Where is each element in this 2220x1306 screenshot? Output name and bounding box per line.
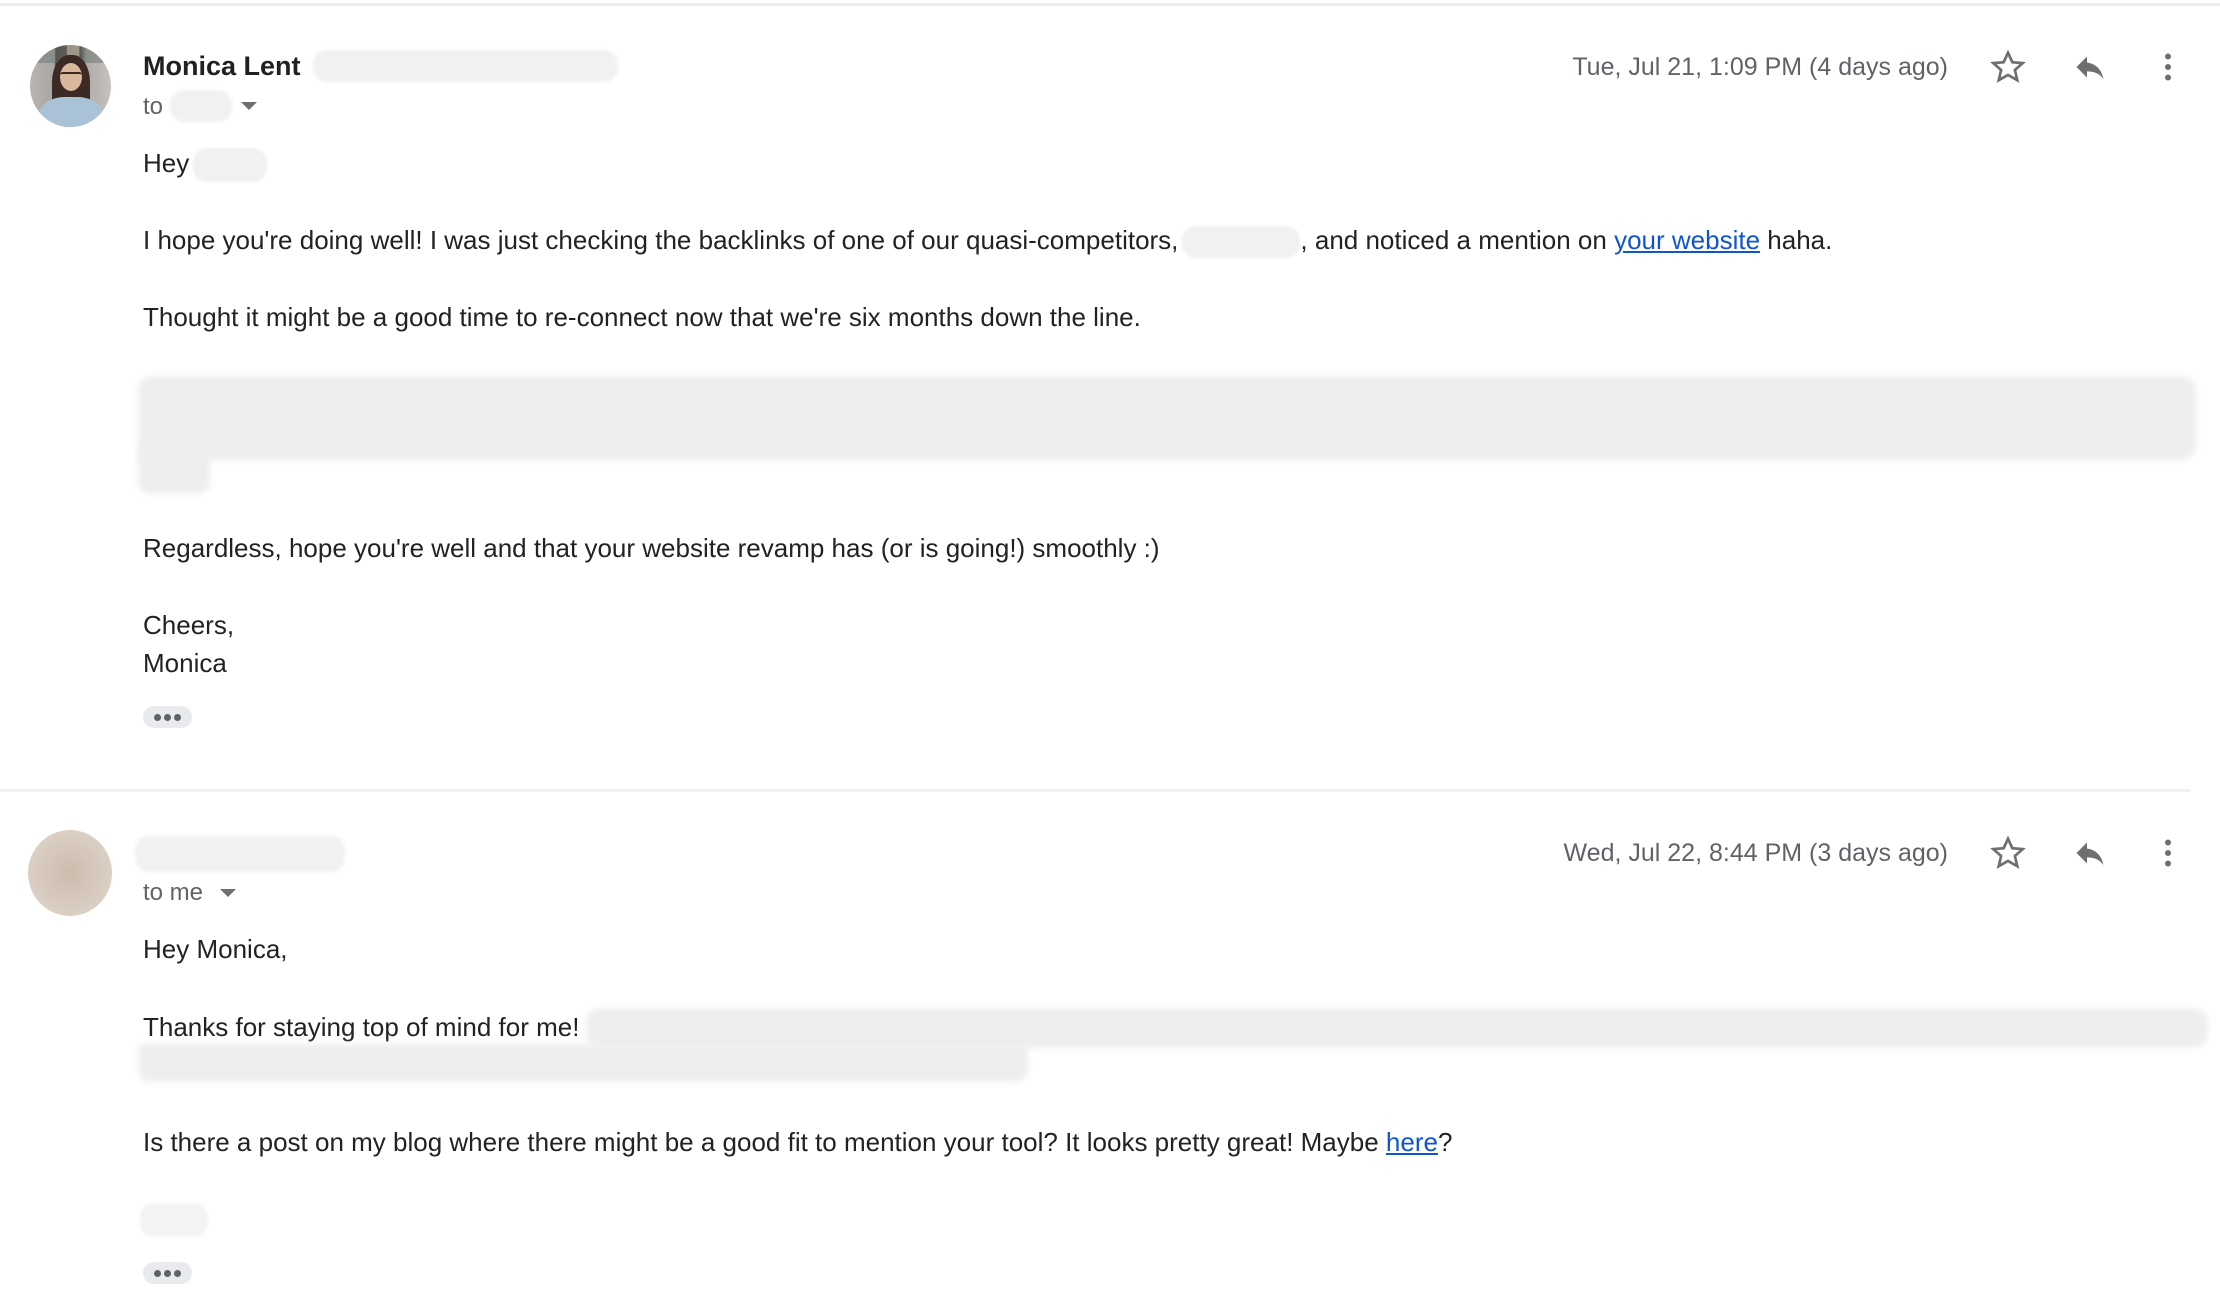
star-outline-icon [1990,49,2026,83]
competitor-name-redacted [1182,226,1301,259]
here-link[interactable]: here [1386,1127,1438,1157]
redacted-text [586,1008,2208,1048]
ellipsis-dot [174,1269,181,1277]
sender-avatar-redacted[interactable] [28,830,112,916]
your-website-link[interactable]: your website [1614,225,1760,255]
recipient-details-caret-icon[interactable] [241,102,257,110]
redacted-paragraph-tail [138,450,210,494]
star-button[interactable] [1986,831,2030,875]
ellipsis-dot [154,1269,161,1277]
message-paragraph: Regardless, hope you're well and that yo… [143,533,1160,563]
message-paragraph: I hope you're doing well! I was just che… [143,224,1832,259]
reply-button[interactable] [2068,45,2112,89]
show-trimmed-content-button[interactable] [143,706,192,728]
message-signoff: Cheers, [143,610,235,640]
sender-avatar[interactable] [30,45,111,127]
redacted-paragraph [138,376,2196,460]
message-paragraph: Is there a post on my blog where there m… [143,1127,1453,1157]
thread-top-border [0,3,2220,6]
more-vert-icon [2165,839,2171,867]
recipient-name-redacted [193,148,268,183]
ellipsis-dot [164,713,171,721]
message-signature: Monica [143,648,227,678]
recipient-redacted [170,90,232,122]
message-greeting: Hey [143,147,268,183]
sender-email-redacted [313,50,618,82]
show-trimmed-content-button[interactable] [143,1262,192,1284]
message-paragraph: Thought it might be a good time to re-co… [143,302,1141,332]
message-timestamp: Wed, Jul 22, 8:44 PM (3 days ago) [1563,839,1948,867]
star-outline-icon [1990,835,2026,869]
message-greeting: Hey Monica, [143,934,288,964]
star-button[interactable] [1986,45,2030,89]
ellipsis-dot [164,1269,171,1277]
recipient-label: to [143,93,164,120]
recipient-details-caret-icon[interactable] [220,889,236,897]
sender-name-redacted[interactable] [135,836,345,872]
reply-icon [2076,56,2104,79]
more-options-button[interactable] [2146,45,2190,89]
ellipsis-dot [174,713,181,721]
more-options-button[interactable] [2146,831,2190,875]
recipient-label: to me [143,879,204,906]
reply-button[interactable] [2068,831,2112,875]
reply-icon [2076,842,2104,865]
redacted-text-line2 [138,1044,1028,1082]
more-vert-icon [2165,53,2171,81]
ellipsis-dot [154,713,161,721]
message-paragraph: Thanks for staying top of mind for me! [143,1012,580,1042]
sender-name[interactable]: Monica Lent [143,50,301,82]
redacted-signature [140,1203,208,1237]
message-divider [0,789,2190,792]
message-timestamp: Tue, Jul 21, 1:09 PM (4 days ago) [1572,53,1948,81]
